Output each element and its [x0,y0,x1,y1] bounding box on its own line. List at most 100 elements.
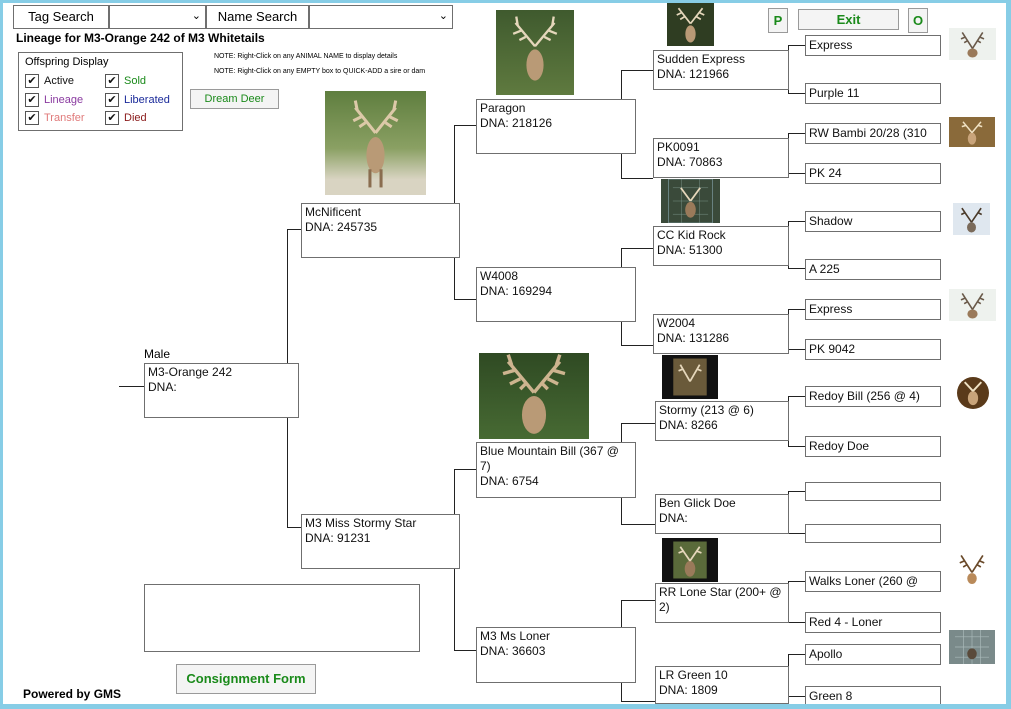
deer-antlers-icon [955,630,989,664]
grandparent-box[interactable]: Blue Mountain Bill (367 @ 7) DNA: 6754 [476,442,636,498]
great-grandparent-dna: DNA: [659,511,688,525]
grandparent-box[interactable]: Paragon DNA: 218126 [476,99,636,154]
offspring-died[interactable]: ✔ Died [105,111,147,125]
p-button[interactable]: P [768,8,788,33]
deer-antlers-icon [673,358,707,396]
checkbox-lineage[interactable]: ✔ [25,93,39,107]
great-grandparent-box[interactable]: CC Kid Rock DNA: 51300 [653,226,789,266]
great-grandparent-box[interactable]: PK0091 DNA: 70863 [653,138,789,178]
great-grandparent-name[interactable]: CC Kid Rock [657,228,785,243]
deer-photo[interactable] [479,353,589,439]
checkbox-liberated[interactable]: ✔ [105,93,119,107]
ancestor-box[interactable]: Shadow [805,211,941,232]
empty-ancestor-box[interactable] [805,482,941,501]
great-grandparent-name[interactable]: Stormy (213 @ 6) [659,403,785,418]
label-transfer: Transfer [44,111,85,124]
dream-deer-button[interactable]: Dream Deer [190,89,279,109]
checkbox-transfer[interactable]: ✔ [25,111,39,125]
ancestor-box[interactable]: Express [805,299,941,320]
checkbox-died[interactable]: ✔ [105,111,119,125]
chevron-down-icon[interactable]: ⌄ [439,9,448,22]
deer-photo[interactable] [953,203,990,235]
ancestor-box[interactable]: Red 4 - Loner [805,612,941,633]
grandparent-name[interactable]: Blue Mountain Bill (367 @ 7) [480,444,632,474]
subject-box[interactable]: M3-Orange 242 DNA: [144,363,299,418]
deer-photo[interactable] [957,377,989,409]
o-button[interactable]: O [908,8,928,33]
grandparent-box[interactable]: W4008 DNA: 169294 [476,267,636,322]
subject-dna: DNA: [148,380,177,394]
great-grandparent-name[interactable]: W2004 [657,316,785,331]
deer-photo[interactable] [662,355,718,399]
great-grandparent-box[interactable]: Ben Glick Doe DNA: [655,494,789,534]
grandparent-name[interactable]: Paragon [480,101,632,116]
ancestor-box[interactable]: PK 9042 [805,339,941,360]
ancestor-box[interactable]: Green 8 [805,686,941,704]
ancestor-box[interactable]: Walks Loner (260 @ [805,571,941,592]
sire-name[interactable]: McNificent [305,205,456,220]
ancestor-box[interactable]: Apollo [805,644,941,665]
great-grandparent-name[interactable]: RR Lone Star (200+ @ 2) [659,585,785,615]
subject-name[interactable]: M3-Orange 242 [148,365,295,380]
deer-photo[interactable] [949,289,996,321]
deer-photo[interactable] [949,630,995,664]
great-grandparent-box[interactable]: W2004 DNA: 131286 [653,314,789,354]
great-grandparent-box[interactable]: LR Green 10 DNA: 1809 [655,666,789,704]
checkbox-active[interactable]: ✔ [25,74,39,88]
deer-antlers-icon [676,7,705,43]
great-grandparent-box[interactable]: Sudden Express DNA: 121966 [653,50,789,90]
consignment-form-button[interactable]: Consignment Form [176,664,316,694]
checkbox-sold[interactable]: ✔ [105,74,119,88]
great-grandparent-dna: DNA: 1809 [659,683,718,697]
offspring-display-title: Offspring Display [25,56,109,68]
ancestor-box[interactable]: RW Bambi 20/28 (310 [805,123,941,144]
grandparent-box[interactable]: M3 Ms Loner DNA: 36603 [476,627,636,683]
note-right-click-empty: NOTE: Right-Click on any EMPTY box to QU… [214,68,426,75]
ancestor-box[interactable]: Express [805,35,941,56]
deer-antlers-icon [961,121,983,145]
label-lineage: Lineage [44,93,84,106]
notes-box[interactable] [144,584,420,652]
ancestor-box[interactable]: A 225 [805,259,941,280]
ancestor-box[interactable]: Redoy Bill (256 @ 4) [805,386,941,407]
deer-photo[interactable] [496,10,574,95]
label-liberated: Liberated [124,93,170,106]
offspring-lineage[interactable]: ✔ Lineage [25,93,83,107]
name-search-dropdown[interactable]: ⌄ [309,5,453,29]
deer-photo[interactable] [661,179,720,223]
dam-name[interactable]: M3 Miss Stormy Star [305,516,456,531]
sire-box[interactable]: McNificent DNA: 245735 [301,203,460,258]
great-grandparent-name[interactable]: Sudden Express [657,52,785,67]
empty-ancestor-box[interactable] [805,524,941,543]
great-grandparent-box[interactable]: RR Lone Star (200+ @ 2) [655,583,789,623]
ancestor-box[interactable]: Redoy Doe [805,436,941,457]
exit-button[interactable]: Exit [798,9,899,30]
deer-photo[interactable] [949,28,996,60]
grandparent-name[interactable]: W4008 [480,269,632,284]
grandparent-dna: DNA: 6754 [480,474,539,488]
offspring-active[interactable]: ✔ Active [25,74,74,88]
deer-photo[interactable] [662,538,718,582]
grandparent-dna: DNA: 36603 [480,644,546,658]
deer-antlers-icon [959,554,985,584]
ancestor-box[interactable]: PK 24 [805,163,941,184]
offspring-transfer[interactable]: ✔ Transfer [25,111,85,125]
offspring-sold[interactable]: ✔ Sold [105,74,146,88]
great-grandparent-name[interactable]: LR Green 10 [659,668,785,683]
great-grandparent-box[interactable]: Stormy (213 @ 6) DNA: 8266 [655,401,789,441]
grandparent-name[interactable]: M3 Ms Loner [480,629,632,644]
deer-photo[interactable] [953,552,991,586]
tag-search-dropdown[interactable]: ⌄ [109,5,206,29]
deer-photo[interactable] [325,91,426,195]
deer-photo[interactable] [949,117,995,147]
deer-photo[interactable] [667,3,714,46]
grandparent-dna: DNA: 218126 [480,116,553,130]
offspring-liberated[interactable]: ✔ Liberated [105,93,170,107]
great-grandparent-name[interactable]: PK0091 [657,140,785,155]
dam-box[interactable]: M3 Miss Stormy Star DNA: 91231 [301,514,460,569]
chevron-down-icon[interactable]: ⌄ [192,9,201,22]
great-grandparent-name[interactable]: Ben Glick Doe [659,496,785,511]
page-title: Lineage for M3-Orange 242 of M3 Whitetai… [16,31,265,45]
ancestor-box[interactable]: Purple 11 [805,83,941,104]
subject-sex: Male [144,347,171,361]
